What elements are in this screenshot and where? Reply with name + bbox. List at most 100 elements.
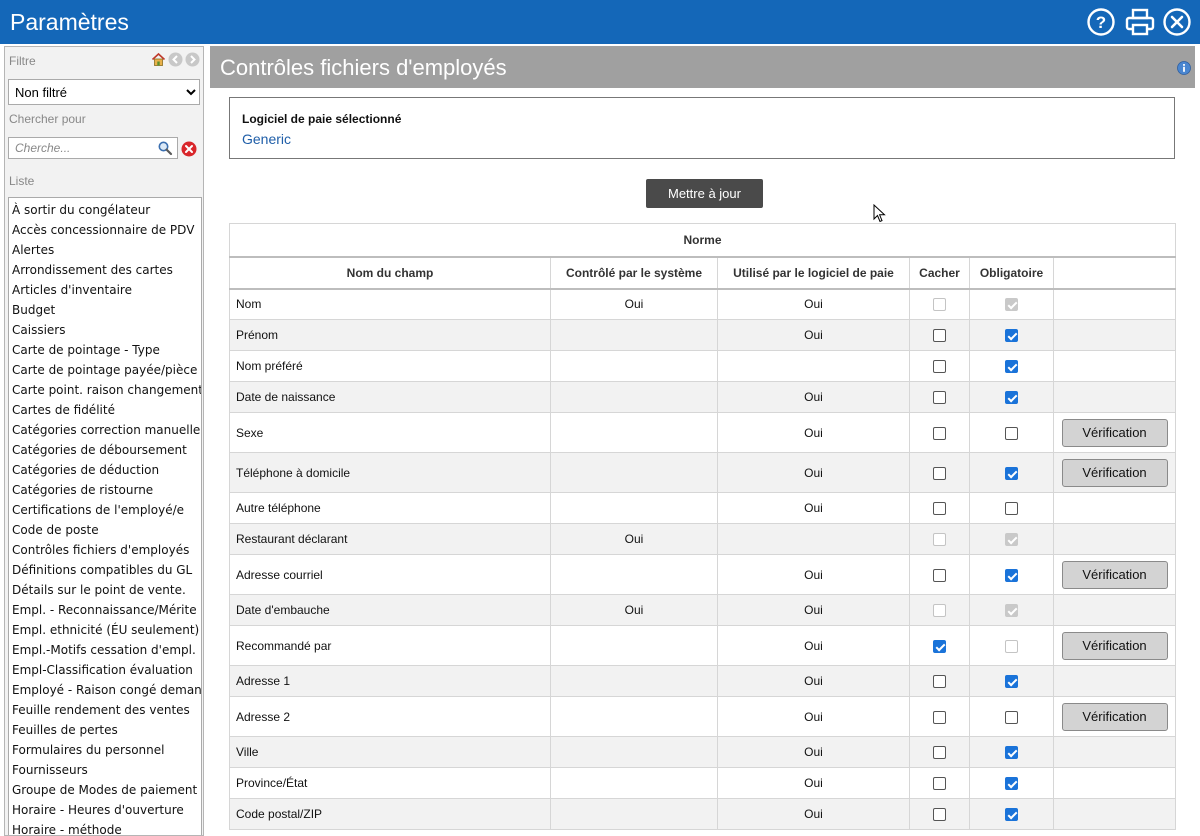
field-name-cell: Autre téléphone bbox=[229, 492, 551, 524]
list-item[interactable]: Catégories de déduction bbox=[9, 460, 201, 480]
search-input[interactable] bbox=[9, 138, 149, 158]
list-item[interactable]: Catégories correction manuelle bbox=[9, 420, 201, 440]
required-checkbox[interactable] bbox=[1005, 329, 1018, 343]
list-item[interactable]: Horaire - Heures d'ouverture bbox=[9, 800, 201, 820]
system-controlled-cell bbox=[550, 319, 718, 351]
list-item[interactable]: Carte de pointage payée/pièce bbox=[9, 360, 201, 380]
required-checkbox[interactable] bbox=[1005, 777, 1018, 791]
info-icon[interactable] bbox=[1177, 61, 1191, 75]
forward-icon[interactable] bbox=[185, 52, 200, 67]
required-checkbox[interactable] bbox=[1005, 502, 1018, 516]
verification-button[interactable]: Vérification bbox=[1061, 458, 1168, 487]
col-field-name: Nom du champ bbox=[229, 256, 551, 290]
list-item[interactable]: Cartes de fidélité bbox=[9, 400, 201, 420]
search-icon[interactable] bbox=[157, 140, 173, 156]
list-item[interactable]: Catégories de déboursement bbox=[9, 440, 201, 460]
update-button[interactable]: Mettre à jour bbox=[646, 179, 763, 208]
list-item[interactable]: Alertes bbox=[9, 240, 201, 260]
hide-checkbox[interactable] bbox=[933, 568, 946, 582]
used-by-payroll-cell: Oui bbox=[717, 319, 910, 351]
system-controlled-cell bbox=[550, 798, 718, 830]
table-row: Ville Oui bbox=[229, 736, 1177, 768]
required-checkbox[interactable] bbox=[1005, 675, 1018, 689]
home-icon[interactable] bbox=[151, 52, 166, 67]
list-item[interactable]: Feuille rendement des ventes bbox=[9, 700, 201, 720]
required-cell bbox=[969, 767, 1054, 799]
hide-checkbox[interactable] bbox=[933, 391, 946, 405]
list-item[interactable]: Définitions compatibles du GL bbox=[9, 560, 201, 580]
required-cell bbox=[969, 625, 1054, 666]
action-cell bbox=[1052, 381, 1177, 413]
required-checkbox[interactable] bbox=[1005, 360, 1018, 374]
field-name-cell: Restaurant déclarant bbox=[229, 523, 551, 555]
action-cell: Vérification bbox=[1052, 412, 1177, 453]
hide-checkbox[interactable] bbox=[933, 426, 946, 440]
hide-checkbox[interactable] bbox=[933, 808, 946, 822]
hide-checkbox[interactable] bbox=[933, 777, 946, 791]
list-item[interactable]: Empl. - Reconnaissance/Mérite bbox=[9, 600, 201, 620]
hide-checkbox[interactable] bbox=[933, 466, 946, 480]
close-icon[interactable] bbox=[1162, 7, 1192, 37]
list-item[interactable]: Certifications de l'employé/e bbox=[9, 500, 201, 520]
payroll-value: Generic bbox=[242, 131, 292, 147]
hide-checkbox[interactable] bbox=[933, 502, 946, 516]
filter-select[interactable]: Non filtré bbox=[8, 79, 200, 105]
verification-button[interactable]: Vérification bbox=[1061, 702, 1168, 731]
hide-checkbox[interactable] bbox=[933, 710, 946, 724]
list-item[interactable]: Empl. ethnicité (ÉU seulement) bbox=[9, 620, 201, 640]
list-item[interactable]: Horaire - méthode bbox=[9, 820, 201, 835]
list-item[interactable]: Contrôles fichiers d'employés bbox=[9, 540, 201, 560]
list-item[interactable]: Empl-Classification évaluation bbox=[9, 660, 201, 680]
list-item[interactable]: Arrondissement des cartes bbox=[9, 260, 201, 280]
help-icon[interactable]: ? bbox=[1086, 7, 1116, 37]
main-panel: Contrôles fichiers d'employés Logiciel d… bbox=[210, 46, 1200, 832]
required-checkbox bbox=[1005, 639, 1018, 653]
list-item[interactable]: Catégories de ristourne bbox=[9, 480, 201, 500]
hide-checkbox[interactable] bbox=[933, 639, 946, 653]
list-item[interactable]: Caissiers bbox=[9, 320, 201, 340]
verification-button[interactable]: Vérification bbox=[1061, 418, 1168, 447]
hide-checkbox[interactable] bbox=[933, 329, 946, 343]
list-item[interactable]: Articles d'inventaire bbox=[9, 280, 201, 300]
list-item[interactable]: À sortir du congélateur bbox=[9, 200, 201, 220]
hide-cell bbox=[909, 412, 970, 453]
hide-checkbox[interactable] bbox=[933, 675, 946, 689]
used-by-payroll-cell: Oui bbox=[717, 736, 910, 768]
required-checkbox[interactable] bbox=[1005, 710, 1018, 724]
nav-icons bbox=[151, 52, 200, 67]
list-item[interactable]: Groupe de Modes de paiement bbox=[9, 780, 201, 800]
hide-cell bbox=[909, 767, 970, 799]
hide-checkbox[interactable] bbox=[933, 746, 946, 760]
list-item[interactable]: Accès concessionnaire de PDV bbox=[9, 220, 201, 240]
verification-button[interactable]: Vérification bbox=[1061, 560, 1168, 589]
verification-button[interactable]: Vérification bbox=[1061, 631, 1168, 660]
required-checkbox[interactable] bbox=[1005, 808, 1018, 822]
list-item[interactable]: Budget bbox=[9, 300, 201, 320]
list-item[interactable]: Carte point. raison changement bbox=[9, 380, 201, 400]
required-checkbox[interactable] bbox=[1005, 746, 1018, 760]
system-controlled-cell: Oui bbox=[550, 523, 718, 555]
list-item[interactable]: Détails sur le point de vente. bbox=[9, 580, 201, 600]
list-item[interactable]: Code de poste bbox=[9, 520, 201, 540]
back-icon[interactable] bbox=[168, 52, 183, 67]
required-checkbox[interactable] bbox=[1005, 568, 1018, 582]
required-checkbox[interactable] bbox=[1005, 466, 1018, 480]
clear-icon[interactable] bbox=[181, 141, 197, 157]
required-cell bbox=[969, 492, 1054, 524]
list-item[interactable]: Feuilles de pertes bbox=[9, 720, 201, 740]
list-item[interactable]: Carte de pointage - Type bbox=[9, 340, 201, 360]
required-cell bbox=[969, 594, 1054, 626]
list-item[interactable]: Formulaires du personnel bbox=[9, 740, 201, 760]
list-item[interactable]: Fournisseurs bbox=[9, 760, 201, 780]
hide-checkbox[interactable] bbox=[933, 360, 946, 374]
required-checkbox[interactable] bbox=[1005, 426, 1018, 440]
required-checkbox[interactable] bbox=[1005, 391, 1018, 405]
list-item[interactable]: Empl.-Motifs cessation d'empl. bbox=[9, 640, 201, 660]
print-icon[interactable] bbox=[1124, 7, 1155, 37]
table-row: Adresse courriel Oui Vérification bbox=[229, 554, 1177, 595]
table-row: Autre téléphone Oui bbox=[229, 492, 1177, 524]
list-item[interactable]: Employé - Raison congé demand bbox=[9, 680, 201, 700]
hide-cell bbox=[909, 288, 970, 320]
title-bar: Paramètres ? bbox=[0, 0, 1200, 44]
payroll-label: Logiciel de paie sélectionné bbox=[242, 112, 402, 126]
